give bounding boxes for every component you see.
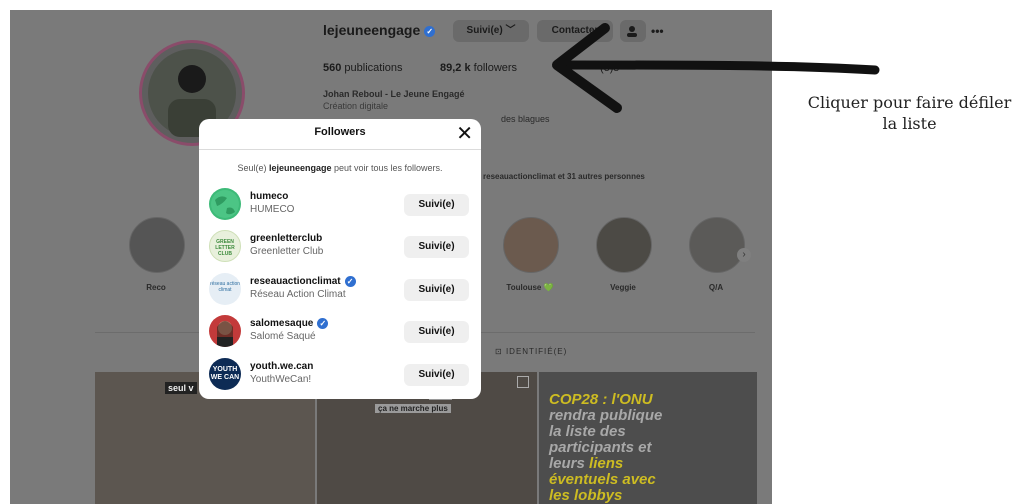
follower-username[interactable]: reseauactionclimat ✓ [250, 276, 356, 287]
follower-fullname: YouthWeCan! [250, 374, 312, 385]
follower-row[interactable]: réseau action climat reseauactionclimat ✓… [209, 271, 471, 307]
follower-row[interactable]: humeco HUMECO Suivi(e) [209, 186, 471, 222]
globe-icon [211, 190, 239, 218]
follower-fullname: HUMECO [250, 204, 295, 215]
verified-badge-icon: ✓ [344, 276, 356, 287]
follower-avatar[interactable]: GREEN LETTER CLUB [209, 230, 241, 262]
rac-logo: réseau action climat [209, 281, 241, 293]
follower-avatar[interactable]: YOUTH WE CAN [209, 358, 241, 390]
follower-fullname: Réseau Action Climat [250, 289, 346, 300]
follower-avatar[interactable]: réseau action climat [209, 273, 241, 305]
follower-fullname: Greenletter Club [250, 246, 324, 257]
verified-badge-icon: ✓ [317, 318, 329, 329]
following-button[interactable]: Suivi(e) [404, 236, 469, 258]
close-icon[interactable]: ✕ [456, 121, 473, 146]
following-button[interactable]: Suivi(e) [404, 364, 469, 386]
follower-row[interactable]: GREEN LETTER CLUB greenletterclub Greenl… [209, 228, 471, 264]
following-button[interactable]: Suivi(e) [404, 194, 469, 216]
follower-username[interactable]: humeco [250, 191, 288, 202]
youthwecan-logo: YOUTH WE CAN [210, 366, 240, 381]
following-button[interactable]: Suivi(e) [404, 321, 469, 343]
greenletter-logo: GREEN LETTER CLUB [215, 239, 235, 257]
follower-username[interactable]: youth.we.can [250, 361, 313, 372]
followers-notice: Seul(e) lejeuneengage peut voir tous les… [237, 163, 443, 173]
follower-row[interactable]: salomesaque ✓ Salomé Saqué Suivi(e) [209, 313, 471, 349]
portrait-icon [217, 321, 233, 347]
follower-avatar[interactable] [209, 315, 241, 347]
follower-username[interactable]: salomesaque ✓ [250, 318, 329, 329]
modal-title: Followers [314, 126, 366, 138]
followers-modal: Followers ✕ Seul(e) lejeuneengage peut v… [199, 119, 481, 399]
follower-row[interactable]: YOUTH WE CAN youth.we.can YouthWeCan! Su… [209, 356, 471, 392]
follower-username[interactable]: greenletterclub [250, 233, 322, 244]
annotation-text: Cliquer pour faire défiler la liste [807, 93, 1012, 133]
modal-header: Followers ✕ [199, 119, 481, 150]
follower-avatar[interactable] [209, 188, 241, 220]
follower-fullname: Salomé Saqué [250, 331, 316, 342]
following-button[interactable]: Suivi(e) [404, 279, 469, 301]
